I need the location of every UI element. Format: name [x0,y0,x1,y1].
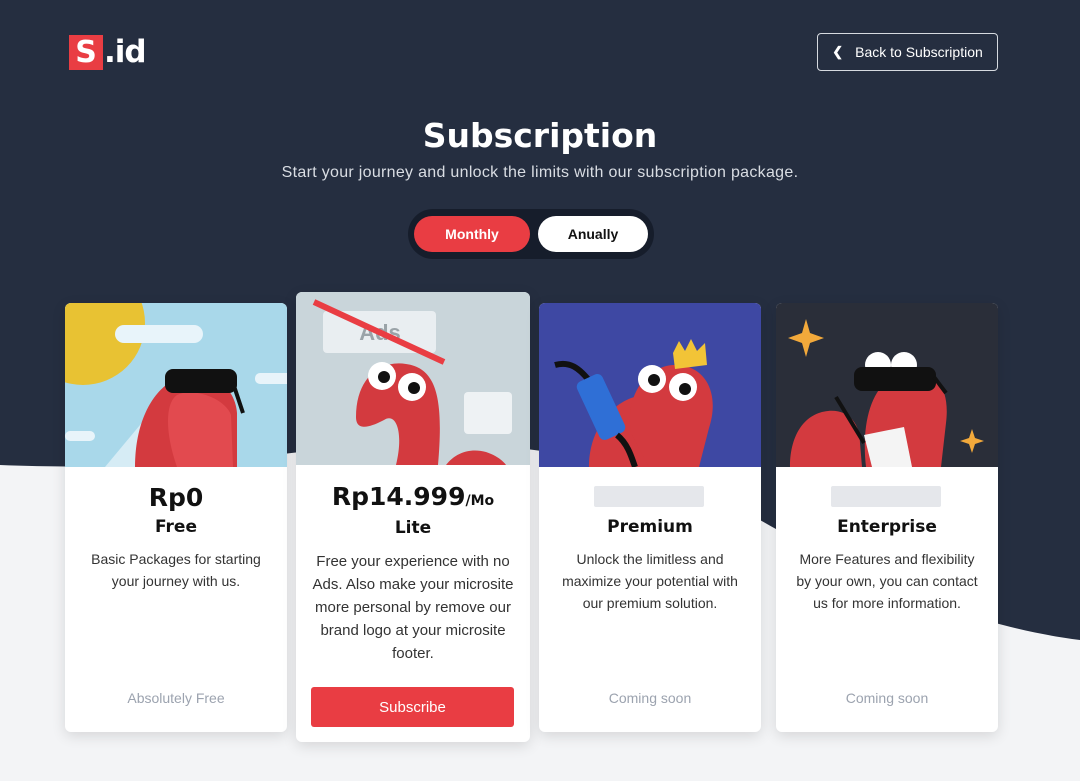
sid-logo[interactable]: S .id [69,34,147,70]
plan-card-premium: Premium Unlock the limitless and maximiz… [539,303,761,732]
plan-name: Enterprise [837,517,937,537]
plan-description: Free your experience with no Ads. Also m… [312,553,514,662]
back-button-label: Back to Subscription [855,44,983,60]
back-to-subscription-button[interactable]: ❮ Back to Subscription [817,33,998,71]
plan-description: Basic Packages for starting your journey… [91,551,261,589]
plan-name: Lite [394,518,432,538]
billing-period-toggle: Monthly Anually [408,209,654,259]
logo-mark: S [69,34,103,70]
price-placeholder [831,486,941,507]
plan-card-lite: Ads Rp14.999/Mo Lite Free your experienc… [296,292,530,742]
plan-footer-note: Coming soon [608,690,692,706]
plan-price: Rp0 [148,483,204,512]
plan-footer-note: Coming soon [845,690,929,706]
plan-name: Free [155,517,197,537]
crowned-worm-illustration [539,303,761,467]
plan-card-free: Rp0 Free Basic Packages for starting you… [65,303,287,732]
cool-worm-illustration [65,303,287,467]
no-ads-worm-illustration: Ads [296,292,530,465]
page-title: Subscription [422,116,658,155]
annually-toggle-button[interactable]: Anually [538,216,648,252]
price-placeholder [594,486,704,507]
subscribe-button[interactable]: Subscribe [311,687,514,727]
plan-footer-note: Absolutely Free [127,690,225,706]
page-subtitle: Start your journey and unlock the limits… [281,164,799,181]
plan-description: Unlock the limitless and maximize your p… [562,551,738,611]
chevron-left-icon: ❮ [832,44,844,59]
business-worm-illustration [776,303,998,467]
plan-price-period: /Mo [465,493,495,509]
logo-text: .id [104,34,147,70]
plan-price-amount: Rp14.999 [331,482,466,511]
monthly-toggle-button[interactable]: Monthly [414,216,530,252]
plan-card-enterprise: Enterprise More Features and flexibility… [776,303,998,732]
plan-description: More Features and flexibility by your ow… [796,551,978,611]
plan-price: Rp14.999/Mo [296,482,530,511]
plan-name: Premium [607,517,693,537]
